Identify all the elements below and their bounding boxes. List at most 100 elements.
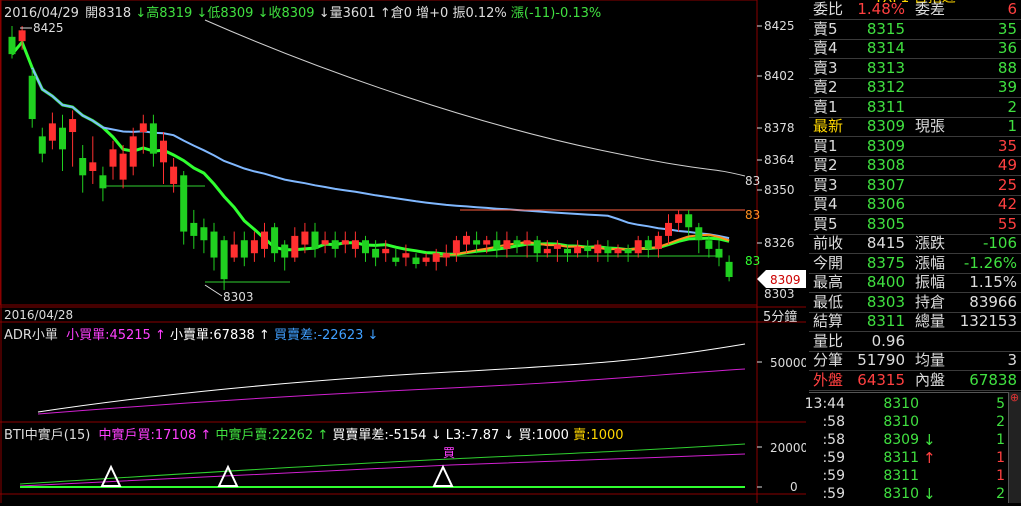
candle-body[interactable] xyxy=(513,240,521,245)
candle-body[interactable] xyxy=(281,244,289,258)
candle-body[interactable] xyxy=(38,136,46,154)
tick-row[interactable]: :58 8309 ↓ 1 xyxy=(809,431,1009,449)
candle-body[interactable] xyxy=(675,214,683,223)
candle-body[interactable] xyxy=(382,248,390,254)
quote-value-2: 35 xyxy=(997,136,1017,155)
candle-body[interactable] xyxy=(250,240,258,254)
tick-time: :58 xyxy=(822,414,845,430)
candle-body[interactable] xyxy=(230,244,238,258)
candle-body[interactable] xyxy=(523,240,531,245)
candle-body[interactable] xyxy=(311,231,319,249)
tick-row[interactable]: :58 8310 2 xyxy=(809,413,1009,431)
low-annotation: 8303 xyxy=(223,290,254,304)
candle-body[interactable] xyxy=(553,244,561,249)
candle-body[interactable] xyxy=(594,244,602,254)
candle-body[interactable] xyxy=(695,227,703,241)
ma-blue-line xyxy=(31,67,730,240)
candle-body[interactable] xyxy=(634,240,642,254)
candle-body[interactable] xyxy=(271,227,279,254)
candle-body[interactable] xyxy=(483,240,491,245)
tick-row[interactable]: :59 8310 ↓ 2 xyxy=(809,485,1009,503)
candle-body[interactable] xyxy=(372,248,380,258)
candle-body[interactable] xyxy=(493,240,501,249)
candle-body[interactable] xyxy=(432,253,440,262)
candle-body[interactable] xyxy=(18,30,26,42)
candle-body[interactable] xyxy=(574,246,582,254)
candle-body[interactable] xyxy=(654,235,662,249)
quote-row: 買1 8309 35 xyxy=(809,137,1021,157)
tick-scrollbar[interactable] xyxy=(1008,392,1021,503)
triangle-signal-icon xyxy=(432,464,454,487)
candle-body[interactable] xyxy=(614,248,622,254)
tick-time: 13:44 xyxy=(804,396,845,412)
candle-body[interactable] xyxy=(210,231,218,258)
candle-body[interactable] xyxy=(392,257,400,262)
candle-body[interactable] xyxy=(261,231,268,249)
candle-body[interactable] xyxy=(644,240,652,249)
candle-body[interactable] xyxy=(190,222,198,236)
candle-body[interactable] xyxy=(220,240,228,280)
tick-row[interactable]: 13:44 8310 5 xyxy=(805,395,1009,413)
candle-body[interactable] xyxy=(180,175,188,232)
candle-body[interactable] xyxy=(170,166,178,184)
y-tick: 8326 xyxy=(764,236,795,250)
chart-svg[interactable]: 2016/04/29 開8318 ↓高8319 ↓低8309 ↓收8309 ↓量… xyxy=(0,0,808,503)
candle-body[interactable] xyxy=(109,149,117,167)
candle-body[interactable] xyxy=(452,240,460,254)
candle-body[interactable] xyxy=(331,240,339,249)
candle-body[interactable] xyxy=(240,240,248,258)
candle-body[interactable] xyxy=(604,246,612,254)
quote-label: 外盤 xyxy=(813,370,844,389)
candle-body[interactable] xyxy=(351,240,359,249)
candle-body[interactable] xyxy=(79,158,87,176)
candle-body[interactable] xyxy=(341,240,349,245)
candle-body[interactable] xyxy=(160,140,167,163)
candle-body[interactable] xyxy=(503,240,511,249)
candle-body[interactable] xyxy=(200,227,208,241)
candle-body[interactable] xyxy=(149,123,157,154)
candle-body[interactable] xyxy=(48,123,56,141)
candle-body[interactable] xyxy=(28,75,36,120)
candle-body[interactable] xyxy=(624,248,632,254)
candle-body[interactable] xyxy=(362,240,369,254)
quote-label-2: 振幅 xyxy=(915,273,946,291)
candle-body[interactable] xyxy=(139,123,147,133)
candle-body[interactable] xyxy=(685,214,693,228)
tick-volume: 5 xyxy=(996,396,1005,412)
candle-body[interactable] xyxy=(99,175,107,189)
candle-body[interactable] xyxy=(705,240,713,249)
tick-row[interactable]: :59 8311 ↑ 1 xyxy=(809,449,1009,467)
y-tick: 8378 xyxy=(764,121,795,135)
candle-body[interactable] xyxy=(533,240,541,254)
candle-body[interactable] xyxy=(8,36,16,55)
candle-body[interactable] xyxy=(463,235,470,245)
prev-date-label: 2016/04/28 xyxy=(4,308,73,322)
chart-area[interactable]: 2016/04/29 開8318 ↓高8319 ↓低8309 ↓收8309 ↓量… xyxy=(0,0,808,503)
candle-body[interactable] xyxy=(301,231,309,245)
candle-body[interactable] xyxy=(473,240,481,245)
candle-body[interactable] xyxy=(665,222,672,236)
candle-body[interactable] xyxy=(89,162,97,171)
candle-body[interactable] xyxy=(59,127,66,150)
quote-row: 前收 8415 漲跌 -106 xyxy=(809,234,1021,254)
candle-body[interactable] xyxy=(129,136,137,167)
candle-body[interactable] xyxy=(422,257,430,262)
tick-list[interactable]: 13:44 8310 5:58 8310 2:58 8309 ↓ 1:59 8311 ↑ 1:59 8… xyxy=(805,392,1021,504)
interval-label[interactable]: 5分鐘 xyxy=(763,309,797,325)
candle-body[interactable] xyxy=(321,240,329,245)
candle-body[interactable] xyxy=(442,253,450,258)
candle-body[interactable] xyxy=(715,248,723,258)
candle-body[interactable] xyxy=(412,257,420,265)
scroll-up-icon[interactable]: ⊕ xyxy=(1008,392,1021,404)
candle-body[interactable] xyxy=(564,248,571,254)
tick-volume: 1 xyxy=(996,432,1005,448)
candle-body[interactable] xyxy=(584,246,592,252)
candle-body[interactable] xyxy=(402,253,410,258)
quote-row: 量比 0.96 xyxy=(809,332,1021,352)
candle-body[interactable] xyxy=(291,235,299,258)
candle-body[interactable] xyxy=(725,261,733,278)
candle-body[interactable] xyxy=(119,153,127,180)
candle-body[interactable] xyxy=(543,248,551,254)
tick-row[interactable]: :59 8311 1 xyxy=(809,467,1009,485)
candle-body[interactable] xyxy=(69,119,77,133)
